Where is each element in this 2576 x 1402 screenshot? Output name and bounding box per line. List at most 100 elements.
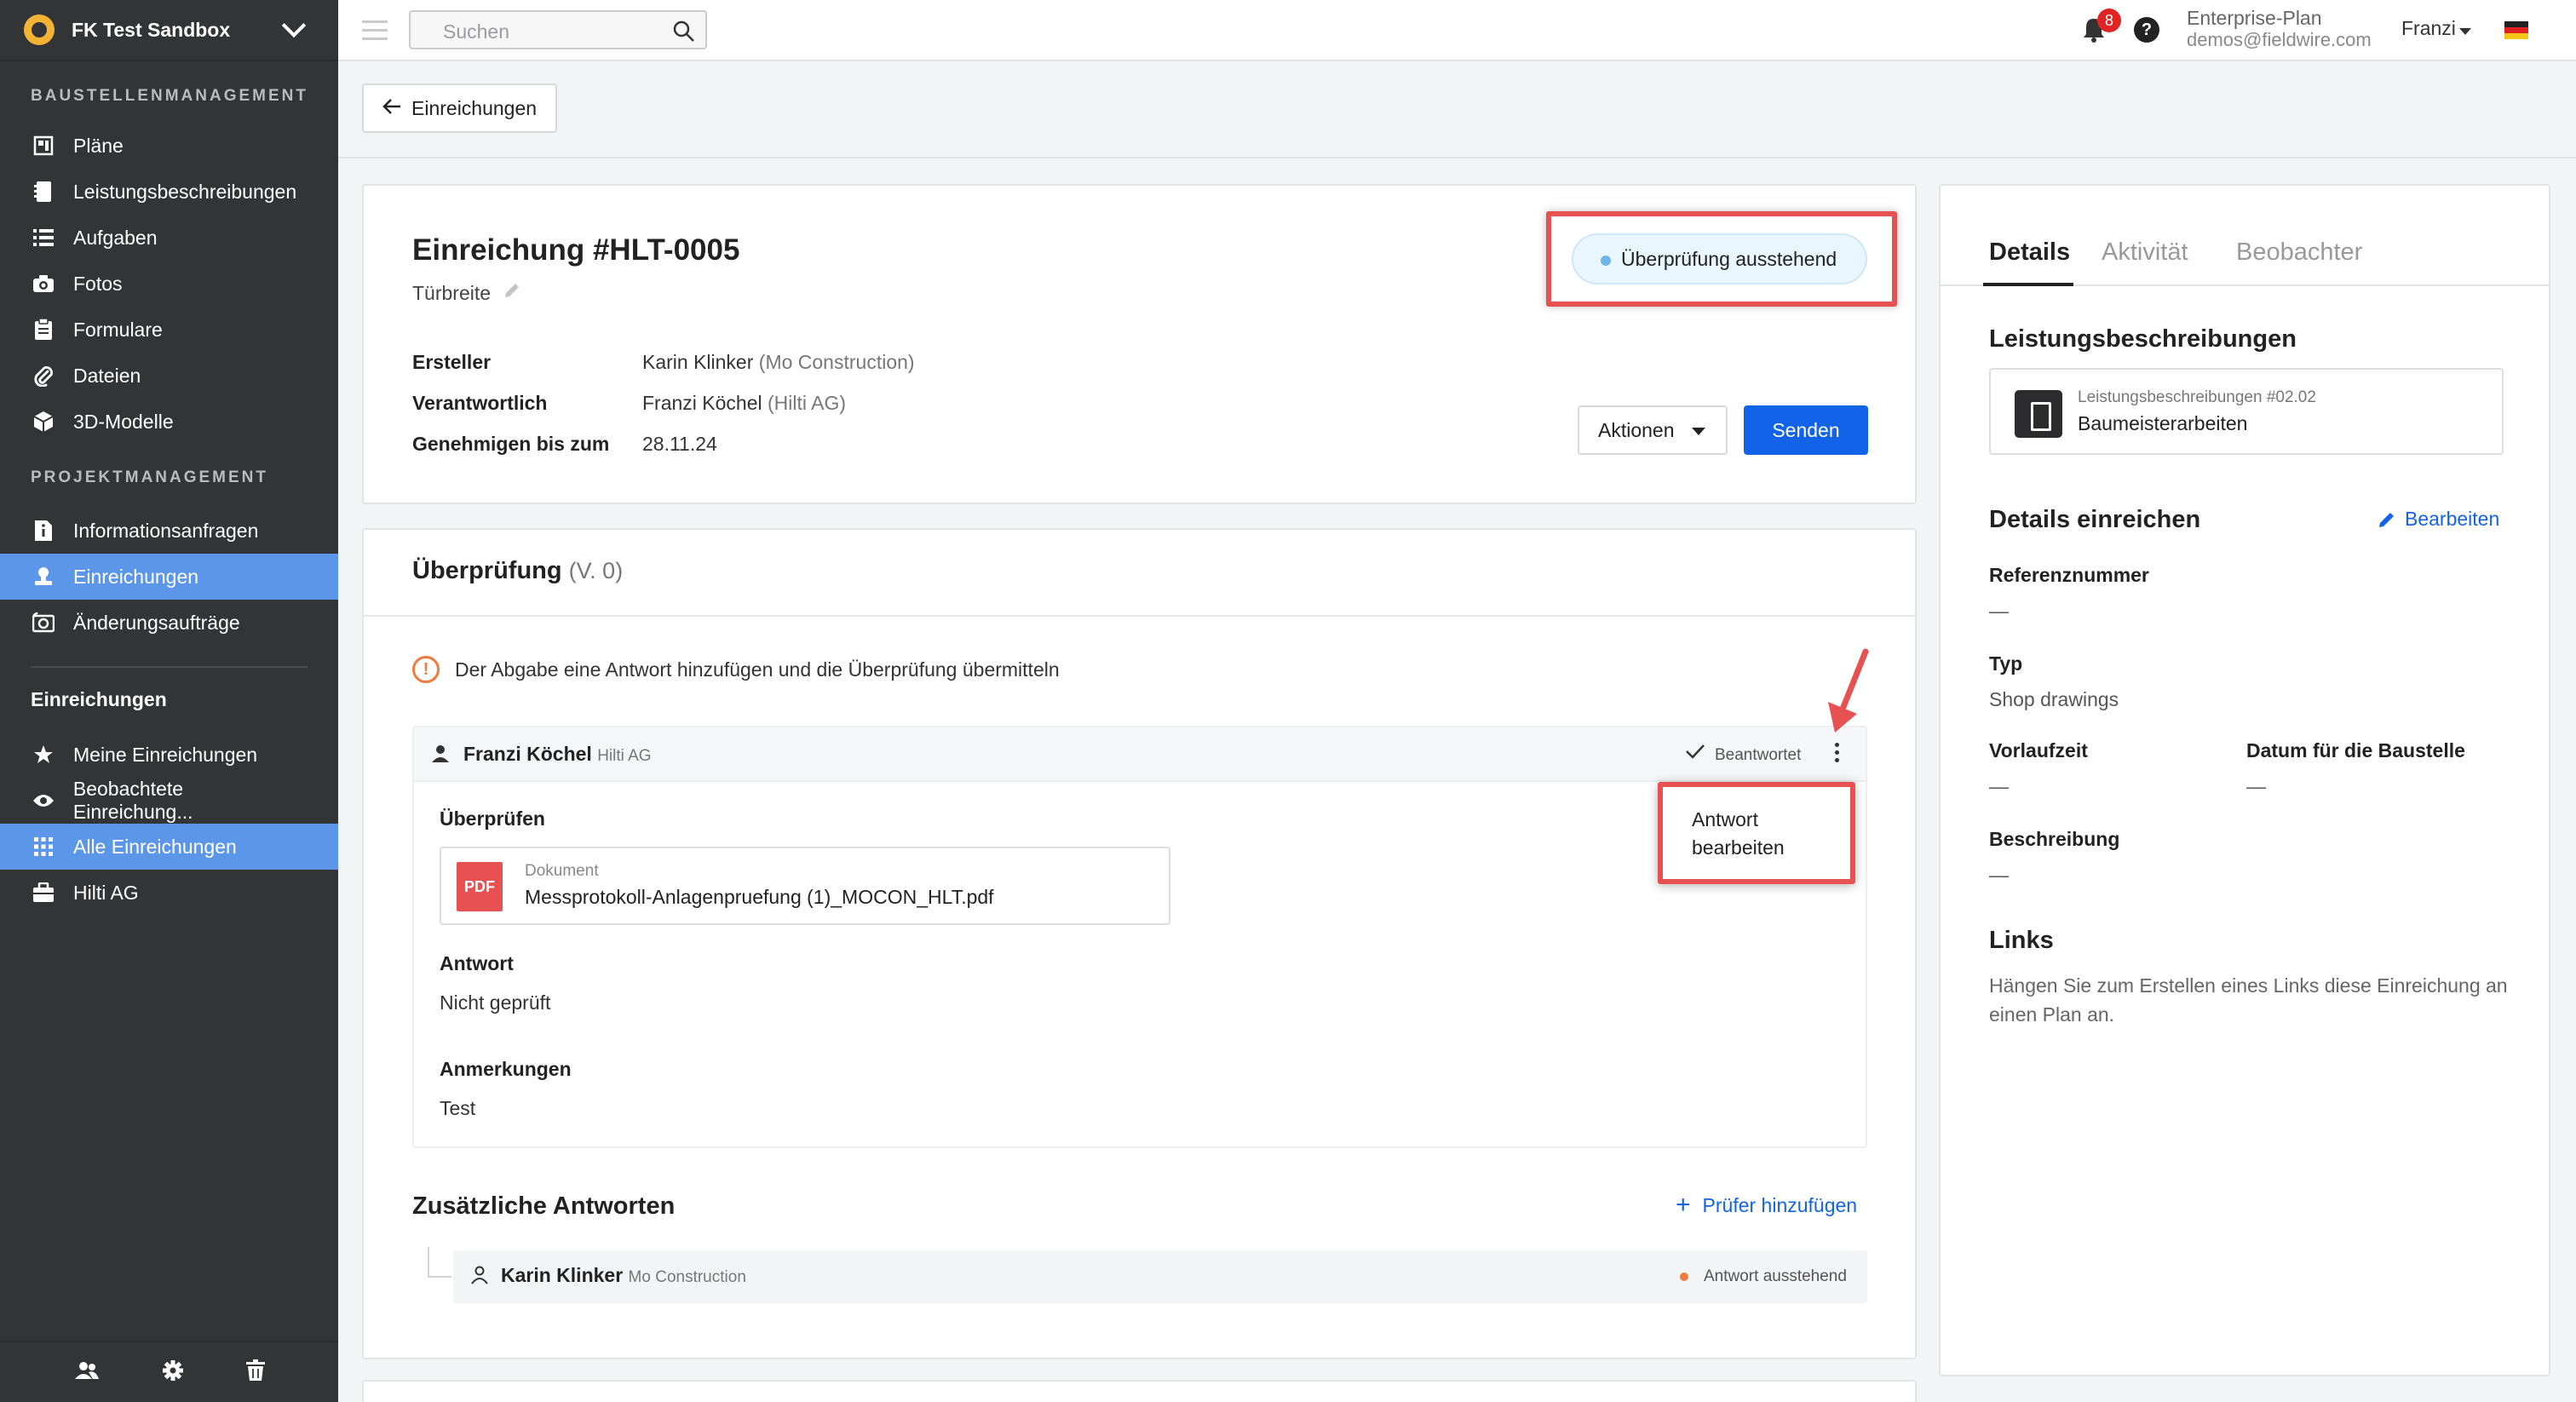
sidebar-item-label: 3D-Modelle bbox=[73, 410, 174, 433]
submittals-heading: Einreichungen bbox=[31, 688, 167, 710]
briefcase-icon bbox=[31, 880, 56, 905]
meta-key: Verantwortlich bbox=[412, 392, 548, 414]
tab-watchers[interactable]: Beobachter bbox=[2236, 238, 2362, 267]
reviewer-name: Franzi Köchel Hilti AG bbox=[463, 743, 652, 766]
additional-reviewer-name-text: Karin Klinker bbox=[501, 1264, 624, 1286]
next-card bbox=[362, 1380, 1917, 1402]
spec-name: Baumeisterarbeiten bbox=[2078, 412, 2248, 434]
warning-icon: ! bbox=[412, 656, 440, 683]
sidebar-item-label: Alle Einreichungen bbox=[73, 835, 237, 858]
due-date: 28.11.24 bbox=[642, 433, 717, 455]
lead-time-label: Vorlaufzeit bbox=[1989, 739, 2088, 761]
sidebar-item-tasks[interactable]: Aufgaben bbox=[0, 215, 338, 261]
reviewer-status: Beantwortet bbox=[1715, 746, 1802, 764]
response-value: Nicht geprüft bbox=[440, 991, 551, 1014]
tab-activity[interactable]: Aktivität bbox=[2102, 238, 2188, 267]
plan-name: Enterprise-Plan bbox=[2187, 7, 2322, 29]
search-icon[interactable] bbox=[673, 20, 695, 47]
document-attachment[interactable]: PDF Dokument Messprotokoll-Anlagenpruefu… bbox=[440, 847, 1170, 925]
responsible-name: Franzi Köchel bbox=[642, 392, 762, 414]
fieldwire-logo-icon bbox=[24, 14, 55, 45]
ref-number-label: Referenznummer bbox=[1989, 564, 2149, 586]
search-input[interactable]: Suchen bbox=[409, 10, 707, 49]
edit-response-menu-item[interactable]: Antwort bearbeiten bbox=[1658, 782, 1855, 884]
details-tabs: Details Aktivität Beobachter bbox=[1941, 186, 2549, 286]
change-order-icon bbox=[31, 610, 56, 635]
sidebar-item-company[interactable]: Hilti AG bbox=[0, 870, 338, 916]
submittal-header-card: Einreichung #HLT-0005 Türbreite Überprüf… bbox=[362, 184, 1917, 504]
sidebar: FK Test Sandbox BAUSTELLENMANAGEMENT Plä… bbox=[0, 0, 338, 1402]
people-icon[interactable] bbox=[74, 1360, 100, 1385]
meta-value: Karin Klinker (Mo Construction) bbox=[642, 351, 915, 374]
sidebar-item-change-orders[interactable]: Änderungsaufträge bbox=[0, 600, 338, 646]
site-date-label: Datum für die Baustelle bbox=[2246, 739, 2465, 761]
user-menu[interactable]: Franzi bbox=[2401, 17, 2456, 40]
reviewer-header: Franzi Köchel Hilti AG Beantwortet bbox=[414, 727, 1866, 782]
sidebar-item-label: Fotos bbox=[73, 272, 123, 295]
sidebar-item-label: Formulare bbox=[73, 318, 163, 341]
project-switcher[interactable]: FK Test Sandbox bbox=[0, 0, 338, 61]
pencil-icon[interactable] bbox=[503, 281, 521, 305]
sidebar-item-all-submittals[interactable]: Alle Einreichungen bbox=[0, 824, 338, 870]
pdf-icon: PDF bbox=[457, 862, 503, 911]
sidebar-item-label: Hilti AG bbox=[73, 881, 139, 904]
actions-dropdown[interactable]: Aktionen bbox=[1578, 405, 1728, 455]
spec-link-card[interactable]: Leistungsbeschreibungen #02.02 Baumeiste… bbox=[1989, 368, 2504, 455]
paperclip-icon bbox=[31, 363, 56, 388]
sidebar-item-forms[interactable]: Formulare bbox=[0, 307, 338, 353]
specs-heading: Leistungsbeschreibungen bbox=[1989, 325, 2297, 353]
notes-label: Anmerkungen bbox=[440, 1058, 572, 1080]
reviewer-org: Hilti AG bbox=[597, 747, 652, 765]
review-title: Überprüfung (V. 0) bbox=[412, 557, 623, 585]
meta-value: Franzi Köchel (Hilti AG) bbox=[642, 392, 846, 415]
active-tab-indicator bbox=[1983, 283, 2073, 286]
tasks-icon bbox=[31, 225, 56, 250]
tab-details[interactable]: Details bbox=[1989, 238, 2070, 267]
meta-key: Ersteller bbox=[412, 351, 492, 373]
type-label: Typ bbox=[1989, 652, 2023, 675]
sidebar-item-label: Informationsanfragen bbox=[73, 519, 259, 542]
sidebar-item-3d-models[interactable]: 3D-Modelle bbox=[0, 399, 338, 445]
sidebar-item-watched[interactable]: Beobachtete Einreichung... bbox=[0, 778, 338, 824]
german-flag-icon[interactable] bbox=[2504, 21, 2528, 39]
sidebar-item-label: Einreichungen bbox=[73, 565, 199, 588]
responsible-org: (Hilti AG) bbox=[768, 392, 847, 414]
sidebar-item-submittals[interactable]: Einreichungen bbox=[0, 554, 338, 600]
account-plan: Enterprise-Plan demos@fieldwire.com bbox=[2187, 7, 2372, 51]
forms-icon bbox=[31, 317, 56, 342]
sidebar-item-plans[interactable]: Pläne bbox=[0, 123, 338, 169]
edit-details-link[interactable]: Bearbeiten bbox=[2378, 508, 2499, 531]
caret-down-icon[interactable] bbox=[2459, 28, 2471, 35]
sidebar-item-files[interactable]: Dateien bbox=[0, 353, 338, 399]
help-icon[interactable]: ? bbox=[2134, 17, 2159, 43]
lead-time-value: — bbox=[1989, 775, 2009, 797]
sidebar-item-label: Leistungsbeschreibungen bbox=[73, 180, 297, 203]
sidebar-footer bbox=[0, 1341, 338, 1402]
links-help-text: Hängen Sie zum Erstellen eines Links die… bbox=[1989, 974, 2508, 1026]
sidebar-item-my-submittals[interactable]: Meine Einreichungen bbox=[0, 732, 338, 778]
sidebar-item-label: Aufgaben bbox=[73, 226, 158, 249]
more-options-icon[interactable] bbox=[1835, 743, 1840, 766]
sidebar-item-rfis[interactable]: Informationsanfragen bbox=[0, 508, 338, 554]
trash-icon[interactable] bbox=[245, 1359, 265, 1386]
reviewer-name-text: Franzi Köchel bbox=[463, 743, 592, 765]
additional-reviewer-status: Antwort ausstehend bbox=[1704, 1267, 1847, 1285]
hamburger-menu-icon[interactable] bbox=[362, 20, 388, 46]
send-button[interactable]: Senden bbox=[1744, 405, 1868, 455]
review-version: (V. 0) bbox=[568, 558, 624, 583]
additional-responses-title: Zusätzliche Antworten bbox=[412, 1192, 676, 1220]
submittal-subtitle: Türbreite bbox=[412, 281, 521, 305]
sidebar-item-photos[interactable]: Fotos bbox=[0, 261, 338, 307]
sidebar-item-specs[interactable]: Leistungsbeschreibungen bbox=[0, 169, 338, 215]
cube-icon bbox=[31, 409, 56, 434]
gear-icon[interactable] bbox=[162, 1359, 184, 1386]
sidebar-item-label: Beobachtete Einreichung... bbox=[72, 778, 193, 823]
add-reviewer-link[interactable]: + Prüfer hinzufügen bbox=[1676, 1191, 1857, 1220]
notification-count-badge: 8 bbox=[2097, 9, 2121, 32]
review-label: Überprüfen bbox=[440, 807, 545, 830]
chevron-down-icon[interactable] bbox=[281, 13, 307, 38]
back-button[interactable]: Einreichungen bbox=[362, 83, 558, 133]
submit-details-heading: Details einreichen bbox=[1989, 506, 2201, 533]
project-name: FK Test Sandbox bbox=[72, 18, 231, 41]
document-name: Messprotokoll-Anlagenpruefung (1)_MOCON_… bbox=[525, 886, 994, 908]
